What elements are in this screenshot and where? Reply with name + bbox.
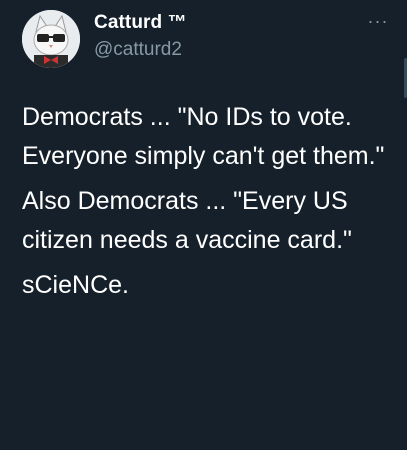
display-name[interactable]: Catturd ™ (94, 12, 187, 34)
avatar[interactable] (22, 10, 80, 68)
tweet-text: Democrats ... "No IDs to vote. Everyone … (22, 98, 392, 311)
tweet-card: Catturd ™ @catturd2 ··· Democrats ... "N… (0, 0, 407, 450)
user-names: Catturd ™ @catturd2 (94, 12, 187, 63)
user-handle[interactable]: @catturd2 (94, 37, 187, 63)
tweet-paragraph: Democrats ... "No IDs to vote. Everyone … (22, 103, 385, 170)
cat-avatar-icon (22, 10, 80, 68)
tweet-paragraph: sCieNCe. (22, 271, 129, 299)
tweet-header: Catturd ™ @catturd2 ··· (22, 10, 392, 70)
tweet-paragraph: Also Democrats ... "Every US citizen nee… (22, 187, 352, 254)
more-options-icon[interactable]: ··· (364, 12, 392, 34)
